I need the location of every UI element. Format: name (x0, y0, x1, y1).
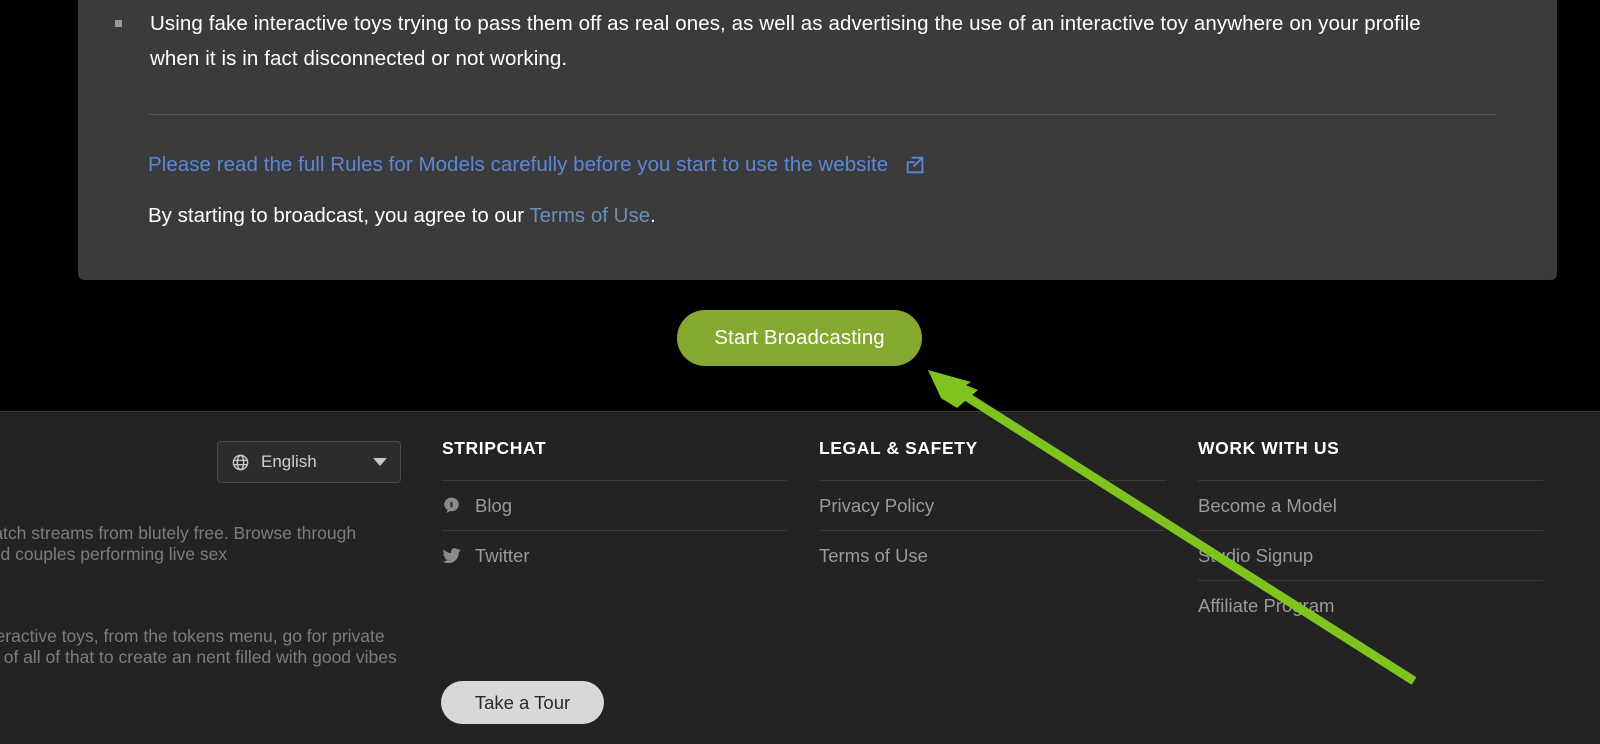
language-value: English (261, 452, 317, 471)
terms-prefix: By starting to broadcast, you agree to o… (148, 204, 530, 227)
chevron-down-icon[interactable] (373, 458, 387, 466)
footer-column-title: LEGAL & SAFETY (819, 438, 978, 458)
rules-for-models-link[interactable]: Please read the full Rules for Models ca… (148, 152, 888, 178)
footer-link-affiliate-program[interactable]: Affiliate Program (1198, 580, 1543, 630)
page-root: Using fake interactive toys trying to pa… (0, 0, 1600, 744)
rules-panel: Using fake interactive toys trying to pa… (78, 0, 1557, 280)
rules-bullet-text: Using fake interactive toys trying to pa… (150, 12, 1421, 70)
footer-link-studio-signup[interactable]: Studio Signup (1198, 530, 1543, 580)
footer-link-label: Twitter (475, 544, 530, 566)
terms-suffix: . (650, 204, 656, 227)
footer-column-work-with-us: WORK WITH US Become a Model Studio Signu… (1198, 438, 1543, 630)
footer-link-label: Become a Model (1198, 494, 1337, 516)
footer-column-title: STRIPCHAT (442, 438, 547, 458)
twitter-bird-icon (442, 546, 461, 565)
rules-link-row: Please read the full Rules for Models ca… (148, 152, 926, 178)
footer-blurb-2: lso control performers with interactive … (0, 626, 397, 667)
terms-of-use-link[interactable]: Terms of Use (529, 204, 650, 227)
footer-column-legal-safety: LEGAL & SAFETY Privacy Policy Terms of U… (819, 438, 1166, 580)
take-a-tour-button[interactable]: Take a Tour (441, 681, 604, 724)
footer-link-terms-of-use[interactable]: Terms of Use (819, 530, 1166, 580)
language-selector[interactable]: English (217, 441, 401, 483)
footer-link-twitter[interactable]: Twitter (442, 530, 787, 580)
footer-link-label: Affiliate Program (1198, 594, 1335, 616)
footer-link-label: Terms of Use (819, 544, 928, 566)
blog-bubble-icon (442, 496, 461, 515)
start-broadcasting-button[interactable]: Start Broadcasting (677, 310, 922, 366)
footer-link-label: Privacy Policy (819, 494, 935, 516)
globe-icon (231, 453, 250, 472)
footer-link-privacy-policy[interactable]: Privacy Policy (819, 480, 1166, 530)
footer-blurb-1: nment community. You can watch streams f… (0, 523, 357, 564)
external-link-icon[interactable] (904, 154, 926, 176)
footer-link-blog[interactable]: Blog (442, 480, 787, 530)
footer-link-become-a-model[interactable]: Become a Model (1198, 480, 1543, 530)
footer-column-title: WORK WITH US (1198, 438, 1340, 458)
footer-link-label: Blog (475, 494, 513, 516)
rules-bullet-item: Using fake interactive toys trying to pa… (115, 6, 1515, 76)
bullet-square-icon (115, 20, 122, 27)
terms-agreement-text: By starting to broadcast, you agree to o… (148, 203, 656, 229)
panel-divider (148, 114, 1496, 115)
footer-column-stripchat: STRIPCHAT Blog Twitter (442, 438, 787, 580)
footer-link-label: Studio Signup (1198, 544, 1314, 566)
